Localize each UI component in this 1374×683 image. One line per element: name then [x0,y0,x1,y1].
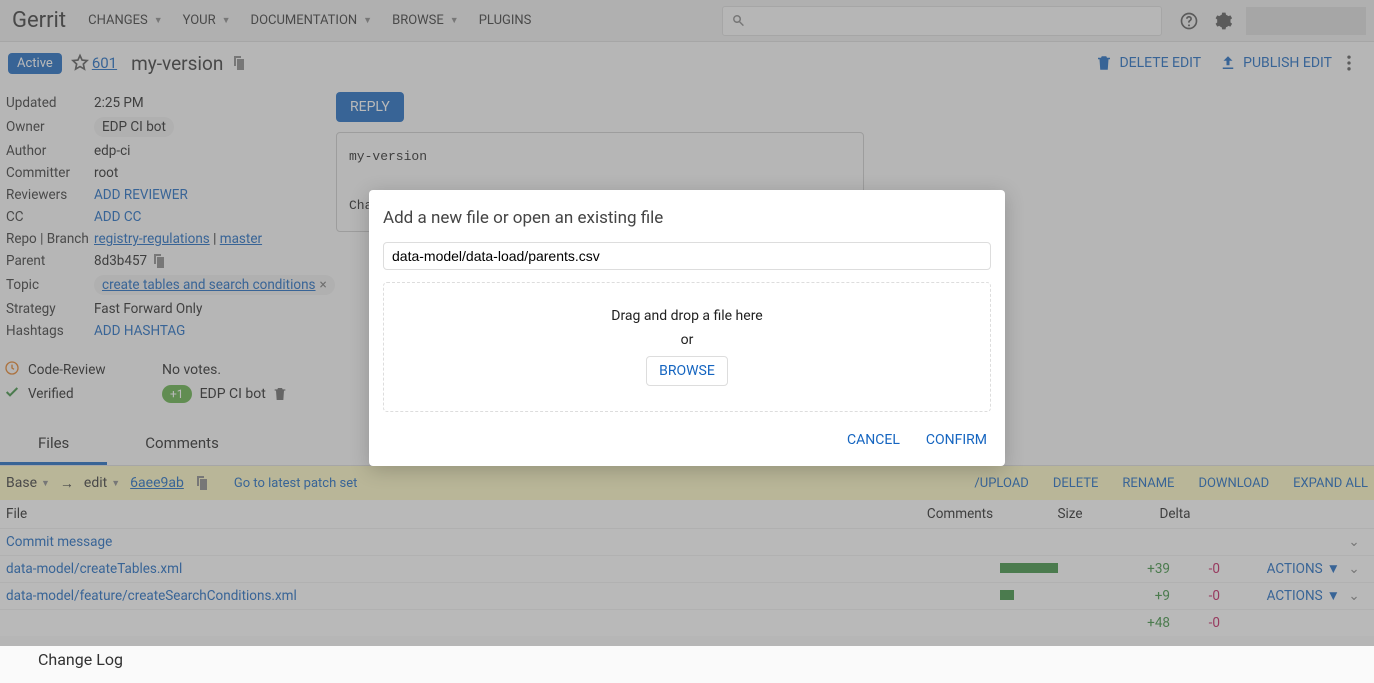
confirm-button[interactable]: CONFIRM [922,426,991,454]
browse-button[interactable]: BROWSE [646,356,728,386]
or-label: or [681,332,694,348]
cancel-button[interactable]: CANCEL [843,426,904,454]
drop-label: Drag and drop a file here [611,308,762,324]
dialog-title: Add a new file or open an existing file [383,208,991,228]
dropzone[interactable]: Drag and drop a file here or BROWSE [383,282,991,412]
file-path-input[interactable] [383,242,991,270]
add-file-dialog: Add a new file or open an existing file … [369,190,1005,466]
modal-overlay[interactable]: Add a new file or open an existing file … [0,0,1374,646]
